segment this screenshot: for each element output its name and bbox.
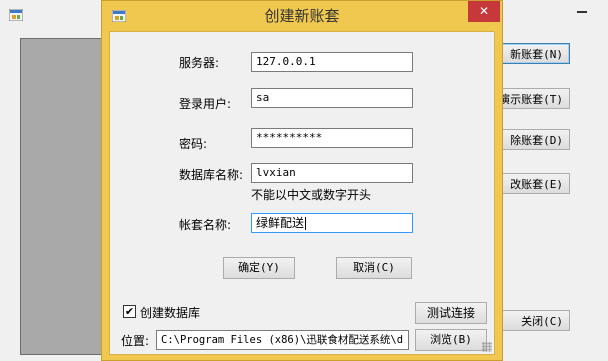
- login-user-input[interactable]: sa: [251, 88, 413, 108]
- cancel-button[interactable]: 取消(C): [336, 257, 412, 279]
- dialog-body: 服务器: 127.0.0.1 登录用户: sa 密码: ********** 数…: [109, 31, 495, 355]
- database-name-label: 数据库名称:: [179, 168, 244, 182]
- ok-button[interactable]: 确定(Y): [223, 257, 295, 279]
- background-panel: [20, 38, 108, 355]
- create-database-checkbox[interactable]: ✔: [123, 305, 136, 318]
- close-button[interactable]: ✕: [468, 1, 500, 22]
- minimize-button[interactable]: [560, 0, 605, 22]
- test-connection-button[interactable]: 测试连接: [415, 302, 487, 324]
- location-input[interactable]: C:\Program Files (x86)\迅联食材配送系统\d: [156, 330, 409, 350]
- server-input[interactable]: 127.0.0.1: [251, 52, 413, 72]
- create-account-dialog: 创建新账套 ✕ 服务器: 127.0.0.1 登录用户: sa 密码: ****…: [101, 0, 503, 361]
- database-name-input[interactable]: lvxian: [251, 163, 413, 183]
- database-name-hint: 不能以中文或数字开头: [251, 188, 372, 202]
- account-name-label: 帐套名称:: [179, 218, 232, 232]
- account-name-value: 绿鲜配送: [256, 216, 305, 230]
- browse-button[interactable]: 浏览(B): [415, 329, 487, 351]
- server-label: 服务器:: [179, 56, 220, 70]
- text-caret: [305, 217, 307, 230]
- dialog-title: 创建新账套: [264, 7, 340, 25]
- close-icon: ✕: [478, 4, 490, 18]
- checkmark-icon: ✔: [124, 305, 135, 318]
- resize-grip[interactable]: [482, 342, 492, 352]
- account-name-input[interactable]: 绿鲜配送: [251, 213, 413, 233]
- location-label: 位置:: [121, 334, 150, 348]
- password-input[interactable]: **********: [251, 128, 413, 148]
- password-label: 密码:: [179, 137, 208, 151]
- create-database-label[interactable]: 创建数据库: [140, 304, 200, 321]
- dialog-titlebar: 创建新账套 ✕: [102, 1, 502, 31]
- app-icon: [9, 9, 23, 21]
- login-user-label: 登录用户:: [179, 97, 232, 111]
